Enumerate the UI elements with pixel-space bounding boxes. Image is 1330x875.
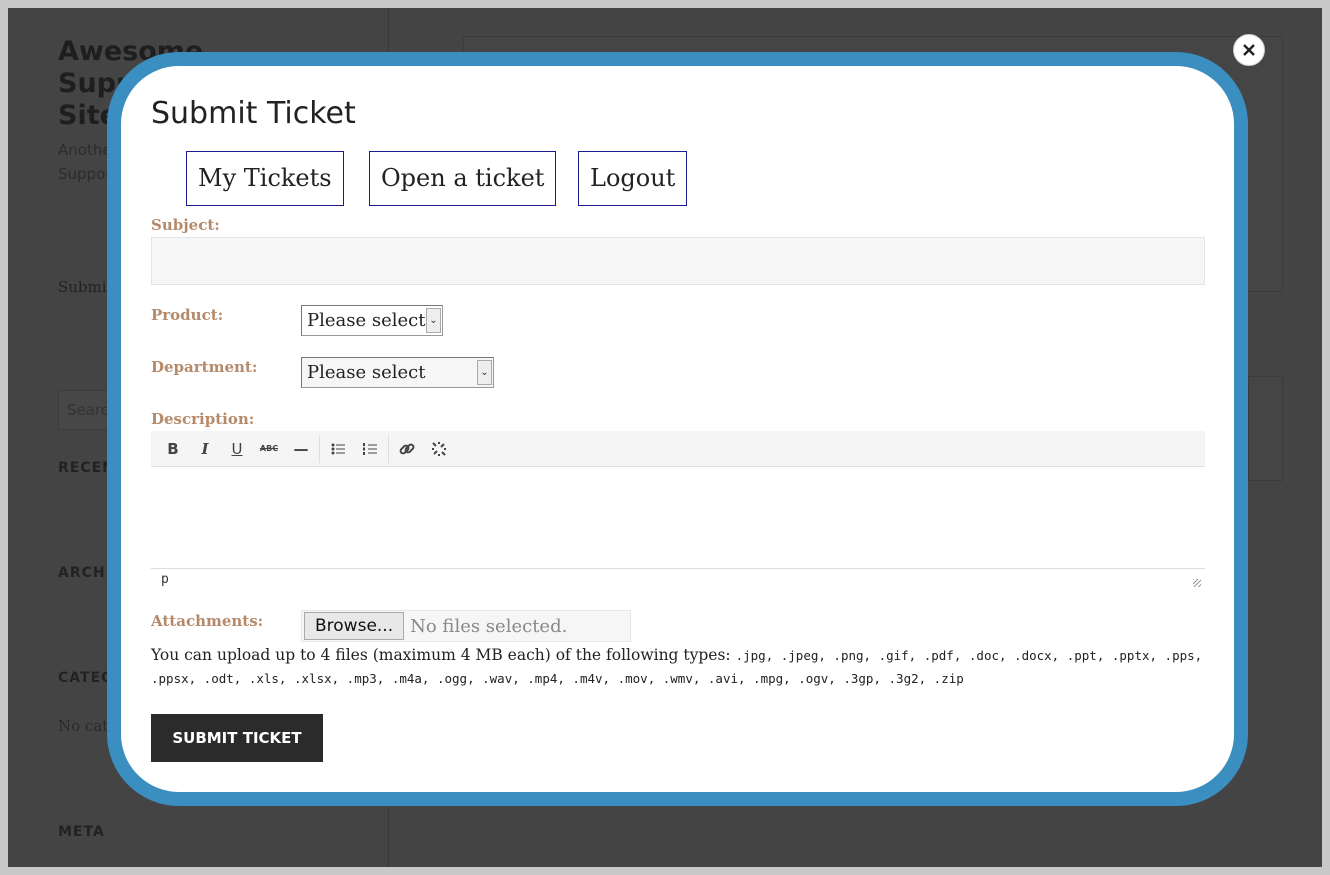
submit-ticket-button[interactable]: SUBMIT TICKET (151, 714, 323, 762)
file-status: No files selected. (410, 615, 568, 637)
subject-label: Subject: (151, 216, 220, 234)
bold-button[interactable]: B (157, 434, 189, 464)
italic-button[interactable]: I (189, 434, 221, 464)
submit-link[interactable]: Submi (58, 278, 107, 296)
no-categories: No cat (58, 717, 109, 735)
upload-help-text: You can upload up to 4 files (maximum 4 … (151, 646, 736, 664)
file-input[interactable]: Browse... No files selected. (301, 610, 631, 642)
horizontal-rule-button[interactable]: — (285, 434, 317, 464)
subject-input[interactable] (151, 237, 1205, 285)
submit-ticket-modal: Submit Ticket My Tickets Open a ticket L… (107, 52, 1248, 806)
product-value: Please select (307, 310, 426, 331)
my-tickets-button[interactable]: My Tickets (186, 151, 344, 206)
numbered-list-button[interactable] (354, 434, 386, 464)
bullet-list-icon (331, 443, 345, 454)
underline-button[interactable]: U (221, 434, 253, 464)
meta-heading: META (58, 824, 105, 840)
product-label: Product: (151, 306, 224, 324)
archives-heading: ARCHI (58, 565, 112, 581)
toolbar-divider (388, 434, 389, 463)
logout-button[interactable]: Logout (578, 151, 688, 206)
upload-help: You can upload up to 4 files (maximum 4 … (151, 644, 1211, 690)
categories-heading: CATEG (58, 670, 114, 686)
department-value: Please select (307, 362, 426, 383)
element-path: p (161, 572, 169, 587)
numbered-list-icon (363, 442, 377, 455)
strikethrough-button[interactable]: ABC (253, 434, 285, 464)
toolbar-divider (319, 434, 320, 463)
department-select[interactable]: Please select ⌄ (301, 357, 494, 388)
editor-toolbar: B I U ABC — (151, 431, 1205, 467)
close-modal-button[interactable] (1233, 34, 1265, 66)
editor-status-bar: p (151, 568, 1205, 590)
chevron-down-icon: ⌄ (477, 360, 492, 385)
insert-link-button[interactable] (391, 434, 423, 464)
link-icon (399, 443, 415, 454)
remove-link-button[interactable] (423, 434, 455, 464)
bullet-list-button[interactable] (322, 434, 354, 464)
unlink-icon (432, 441, 446, 456)
description-label: Description: (151, 410, 255, 428)
attachments-label: Attachments: (151, 612, 264, 630)
browse-button[interactable]: Browse... (304, 612, 405, 640)
content-box (1248, 376, 1283, 481)
department-label: Department: (151, 358, 258, 376)
description-editor[interactable] (151, 467, 1205, 568)
product-select[interactable]: Please select ⌄ (301, 305, 443, 336)
open-ticket-button[interactable]: Open a ticket (369, 151, 557, 206)
modal-title: Submit Ticket (151, 96, 356, 131)
resize-handle-icon[interactable] (1193, 579, 1201, 587)
chevron-down-icon: ⌄ (426, 308, 441, 333)
close-icon (1243, 44, 1255, 56)
